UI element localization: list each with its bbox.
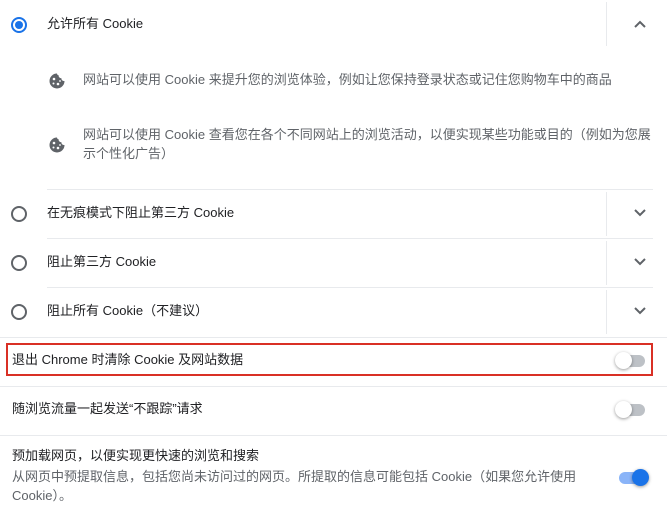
divider	[47, 189, 653, 190]
block-third-party-incognito-label[interactable]: 在无痕模式下阻止第三方 Cookie	[47, 204, 234, 222]
divider	[0, 386, 667, 387]
radio-block-third-party-incognito[interactable]	[11, 206, 27, 222]
allow-all-cookies-desc-2: 网站可以使用 Cookie 查看您在各个不同网站上的浏览活动，以便实现某些功能或…	[83, 127, 651, 161]
do-not-track-toggle[interactable]	[615, 399, 649, 419]
preload-desc: 从网页中预提取信息，包括您尚未访问过的网页。所提取的信息可能包括 Cookie（…	[12, 469, 577, 503]
divider-vertical	[606, 2, 607, 46]
block-third-party-label[interactable]: 阻止第三方 Cookie	[47, 253, 156, 271]
divider-vertical	[606, 241, 607, 285]
block-all-cookies-label[interactable]: 阻止所有 Cookie（不建议）	[47, 302, 208, 320]
chevron-down-icon[interactable]	[630, 301, 650, 321]
clear-on-exit-toggle[interactable]	[615, 350, 649, 370]
allow-all-cookies-label[interactable]: 允许所有 Cookie	[47, 15, 143, 33]
radio-allow-all-cookies[interactable]	[11, 17, 27, 33]
toggle-knob	[615, 352, 632, 369]
allow-all-cookies-desc-1: 网站可以使用 Cookie 来提升您的浏览体验，例如让您保持登录状态或记住您购物…	[83, 72, 612, 87]
cookie-icon	[49, 73, 65, 89]
toggle-knob	[615, 401, 632, 418]
cookie-icon	[49, 137, 65, 153]
divider	[0, 337, 667, 338]
chevron-up-icon[interactable]	[630, 14, 650, 34]
clear-on-exit-label: 退出 Chrome 时清除 Cookie 及网站数据	[12, 352, 244, 367]
preload-toggle[interactable]	[617, 467, 651, 487]
preload-label: 预加载网页，以便实现更快速的浏览和搜索	[12, 448, 260, 463]
chevron-down-icon[interactable]	[630, 203, 650, 223]
divider	[47, 287, 653, 288]
radio-block-third-party[interactable]	[11, 255, 27, 271]
toggle-knob	[632, 469, 649, 486]
divider-vertical	[606, 290, 607, 334]
divider-vertical	[606, 192, 607, 236]
radio-block-all-cookies[interactable]	[11, 304, 27, 320]
do-not-track-label: 随浏览流量一起发送“不跟踪”请求	[12, 401, 203, 416]
divider	[47, 238, 653, 239]
divider	[0, 435, 667, 436]
chevron-down-icon[interactable]	[630, 252, 650, 272]
